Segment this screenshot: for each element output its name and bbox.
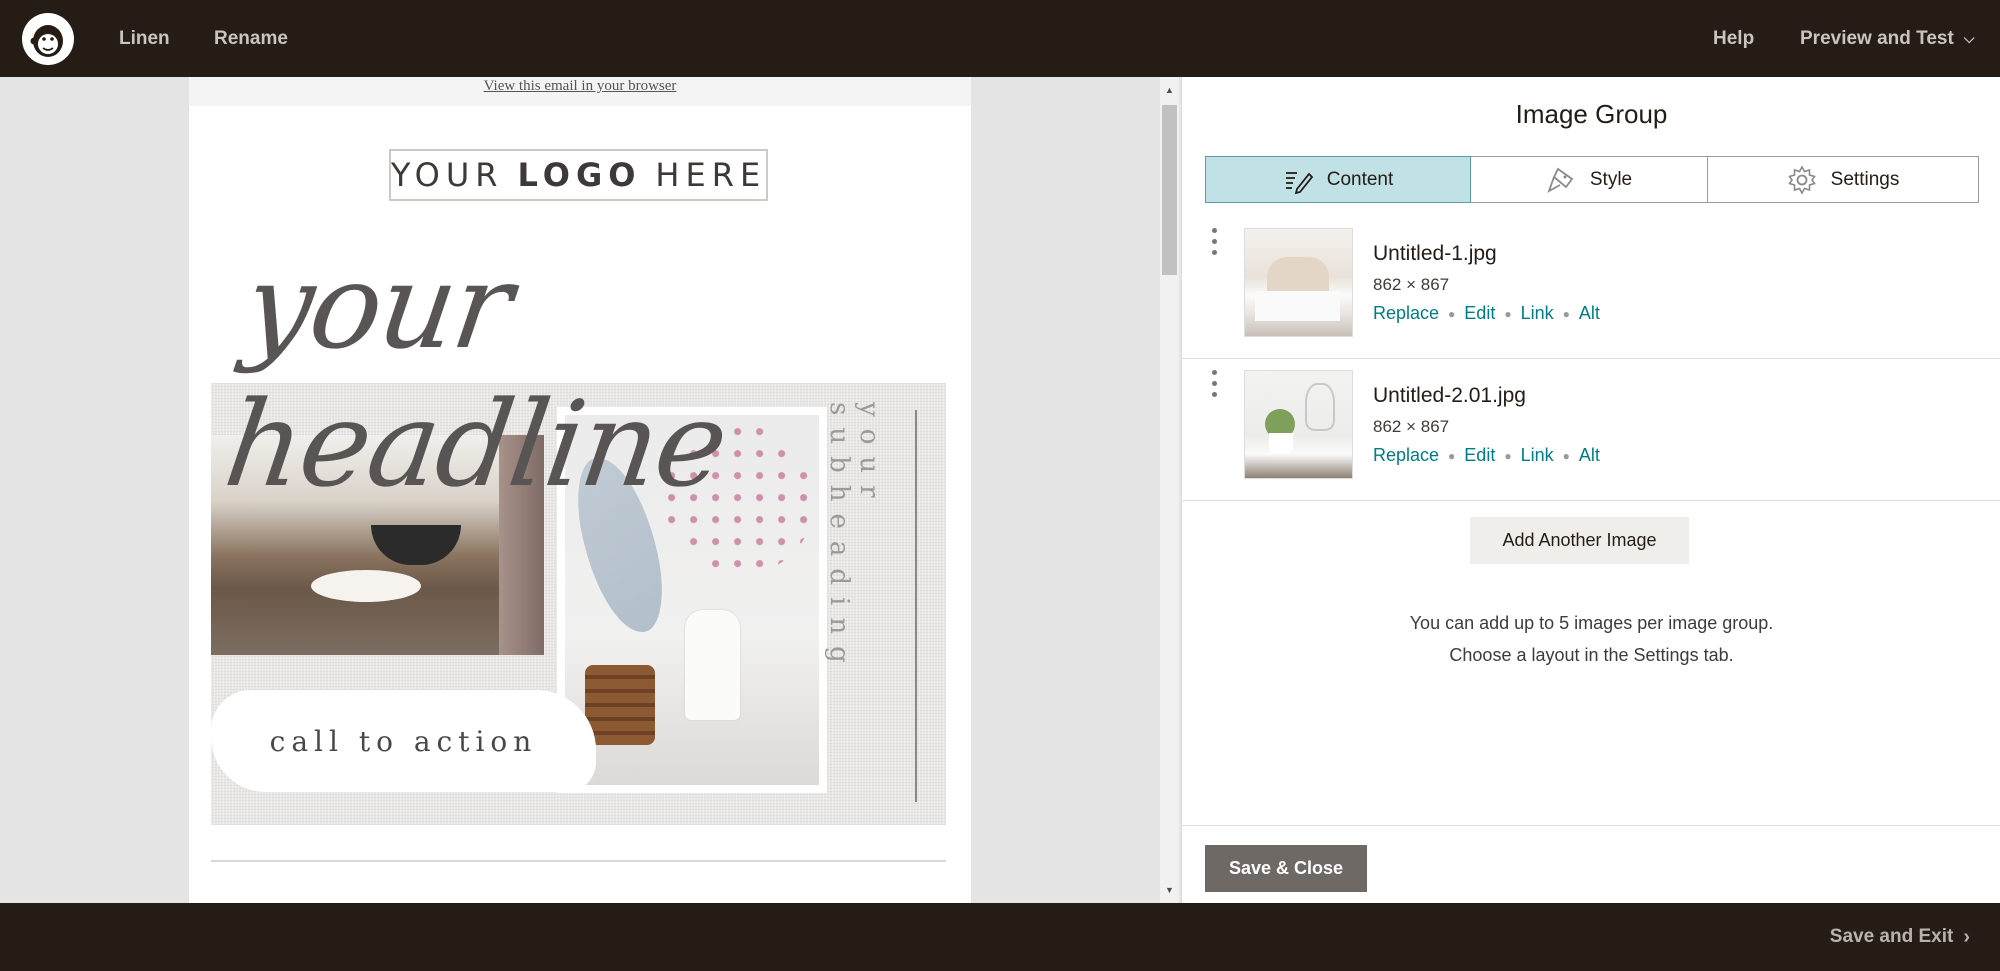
preheader: View this email in your browser bbox=[189, 77, 971, 106]
drag-handle-icon[interactable] bbox=[1212, 370, 1218, 397]
separator-dot: ● bbox=[1448, 306, 1456, 321]
image-dimensions: 862 × 867 bbox=[1373, 275, 1450, 294]
cookies-shape bbox=[585, 665, 655, 745]
image-list-item: Untitled-2.01.jpg 862 × 867 Replace ● Ed… bbox=[1182, 360, 2000, 501]
preview-and-test-menu[interactable]: Preview and Test ⌵ bbox=[1800, 0, 1974, 77]
image-thumbnail[interactable] bbox=[1244, 228, 1353, 337]
replace-link[interactable]: Replace bbox=[1373, 303, 1439, 324]
image-list-item: Untitled-1.jpg 862 × 867 Replace ● Edit … bbox=[1182, 218, 2000, 359]
mailchimp-freddie-icon[interactable] bbox=[22, 13, 74, 65]
pencil-lines-icon bbox=[1285, 171, 1313, 194]
alt-link[interactable]: Alt bbox=[1579, 445, 1600, 466]
save-and-exit-button[interactable]: Save and Exit › bbox=[1830, 903, 1970, 971]
panel-tabs: Content Style Settings bbox=[1205, 156, 1979, 203]
image-group-panel: Image Group Content Style Settings Untit… bbox=[1181, 77, 2000, 903]
separator-dot: ● bbox=[1562, 448, 1570, 463]
email-subheading[interactable]: your subheading bbox=[824, 402, 884, 782]
panel-footer: Save & Close bbox=[1182, 825, 2000, 903]
hint-line-2: Choose a layout in the Settings tab. bbox=[1449, 645, 1734, 665]
replace-link[interactable]: Replace bbox=[1373, 445, 1439, 466]
nav-rename[interactable]: Rename bbox=[214, 0, 288, 77]
canvas-scrollbar[interactable]: ▲ ▼ bbox=[1160, 77, 1179, 903]
edit-link[interactable]: Edit bbox=[1464, 303, 1495, 324]
lantern-shape bbox=[1305, 383, 1335, 431]
nav-linen[interactable]: Linen bbox=[119, 0, 170, 77]
bowl-shape bbox=[311, 570, 421, 602]
link-link[interactable]: Link bbox=[1521, 303, 1554, 324]
separator-dot: ● bbox=[1448, 448, 1456, 463]
pot-shape bbox=[1269, 433, 1293, 453]
add-another-image-button[interactable]: Add Another Image bbox=[1470, 517, 1689, 564]
image-thumbnail[interactable] bbox=[1244, 370, 1353, 479]
tab-settings[interactable]: Settings bbox=[1708, 156, 1979, 203]
separator-dot: ● bbox=[1562, 306, 1570, 321]
email-divider bbox=[211, 860, 946, 862]
save-and-exit-label: Save and Exit bbox=[1829, 926, 1954, 947]
image-actions: Replace ● Edit ● Link ● Alt bbox=[1373, 303, 1600, 324]
logo-text-pre: YOUR bbox=[390, 156, 504, 194]
image-filename: Untitled-2.01.jpg bbox=[1373, 384, 1526, 407]
image-limit-hint: You can add up to 5 images per image gro… bbox=[1182, 607, 2000, 671]
save-and-close-button[interactable]: Save & Close bbox=[1205, 845, 1367, 892]
alt-link[interactable]: Alt bbox=[1579, 303, 1600, 324]
drag-handle-icon[interactable] bbox=[1212, 228, 1218, 255]
view-in-browser-link[interactable]: View this email in your browser bbox=[484, 78, 677, 94]
scroll-up-arrow-icon[interactable]: ▲ bbox=[1160, 81, 1179, 99]
tab-settings-label: Settings bbox=[1830, 168, 1900, 190]
tab-content-label: Content bbox=[1326, 168, 1394, 190]
link-link[interactable]: Link bbox=[1521, 445, 1554, 466]
milk-bottle-shape bbox=[685, 610, 740, 720]
bottom-bar: Save and Exit › bbox=[0, 903, 2000, 971]
top-bar: Linen Rename Help Preview and Test ⌵ bbox=[0, 0, 2000, 77]
scroll-down-arrow-icon[interactable]: ▼ bbox=[1160, 881, 1179, 899]
image-actions: Replace ● Edit ● Link ● Alt bbox=[1373, 445, 1600, 466]
tab-style-label: Style bbox=[1589, 168, 1633, 190]
gear-icon bbox=[1787, 164, 1816, 195]
tab-content[interactable]: Content bbox=[1205, 156, 1471, 203]
scroll-thumb[interactable] bbox=[1162, 105, 1177, 275]
logo-text-post: HERE bbox=[655, 156, 767, 194]
preview-and-test-label: Preview and Test bbox=[1800, 27, 1954, 49]
pot-shape bbox=[371, 525, 461, 565]
tab-style[interactable]: Style bbox=[1471, 156, 1708, 203]
chevron-down-icon: ⌵ bbox=[1963, 30, 1975, 46]
edit-link[interactable]: Edit bbox=[1464, 445, 1495, 466]
email-preview: View this email in your browser YOUR LOG… bbox=[189, 77, 971, 903]
chevron-right-icon: › bbox=[1963, 925, 1970, 948]
panel-title: Image Group bbox=[1515, 99, 1668, 129]
image-dimensions: 862 × 867 bbox=[1373, 417, 1450, 436]
image-filename: Untitled-1.jpg bbox=[1373, 242, 1497, 265]
paint-brush-icon bbox=[1547, 167, 1574, 193]
separator-dot: ● bbox=[1504, 448, 1512, 463]
email-canvas: View this email in your browser YOUR LOG… bbox=[0, 77, 1160, 903]
bed-shape bbox=[1255, 291, 1340, 321]
call-to-action-button[interactable]: call to action bbox=[211, 690, 596, 792]
help-link[interactable]: Help bbox=[1713, 0, 1754, 77]
logo-placeholder[interactable]: YOUR LOGO HERE bbox=[389, 149, 768, 201]
subheading-rule bbox=[915, 410, 917, 802]
logo-text-bold: LOGO bbox=[517, 156, 642, 194]
hint-line-1: You can add up to 5 images per image gro… bbox=[1409, 613, 1774, 633]
separator-dot: ● bbox=[1504, 306, 1512, 321]
